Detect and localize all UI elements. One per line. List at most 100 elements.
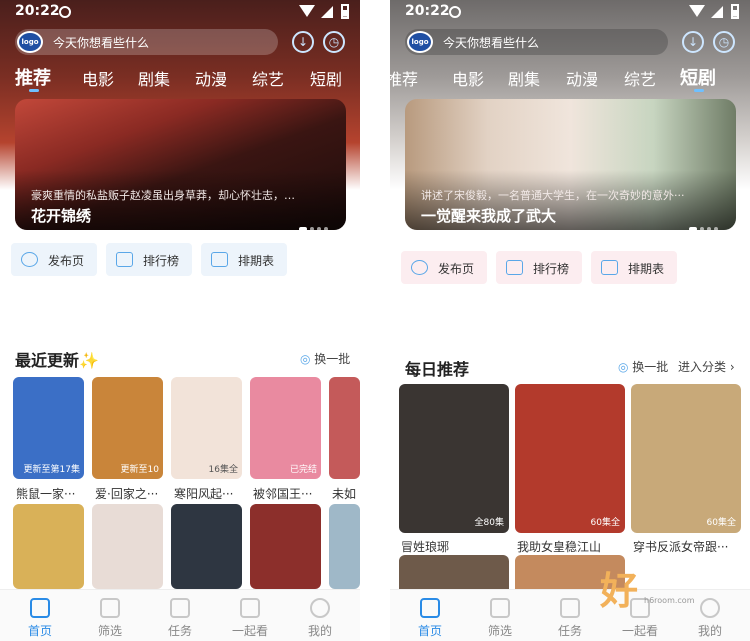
divider [360,0,390,641]
filter-icon [100,598,120,618]
section-title: 每日推荐 [405,360,470,379]
item-title: 冒姓琅琊 [401,540,450,554]
signal-icon [711,6,723,18]
status-bar: 20:22 [405,3,745,23]
nav-tasks[interactable]: 任务 [155,595,205,639]
item-title: 被邻国王··· [253,487,313,501]
tab-short[interactable]: 短剧 [310,66,342,90]
search-bar[interactable]: logo 今天你想看些什么 [15,29,278,55]
quick-label: 排行榜 [533,262,570,276]
tab-label: 短剧 [680,68,716,89]
tab-short[interactable]: 短剧 [680,64,716,92]
schedule-button[interactable]: 排期表 [591,251,677,284]
list-item[interactable]: 更新至10 [92,377,163,479]
featured-banner[interactable]: 讲述了宋俊毅，一名普通大学生，在一次奇妙的意外··· 一觉醒来我成了武大 [405,99,736,230]
tab-series[interactable]: 剧集 [138,66,170,90]
nav-profile[interactable]: 我的 [295,595,345,639]
status-time: 20:22 [405,3,450,19]
item-title: 熊鼠一家··· [16,487,76,501]
list-item[interactable]: 16集全 [171,377,242,479]
history-icon[interactable]: ◷ [713,31,735,53]
quick-label: 排行榜 [143,254,180,268]
quick-links: 发布页 排行榜 排期表 [0,243,360,277]
download-icon[interactable]: ↓ [682,31,704,53]
episode-badge: 更新至第17集 [23,465,80,475]
tab-recommend[interactable]: 推荐 [390,66,418,90]
nav-filter[interactable]: 筛选 [475,595,525,639]
sparkle-icon: ✨ [79,351,99,370]
list-item[interactable]: 已完结 [250,377,321,479]
nav-label: 一起看 [621,624,658,638]
enter-category-link[interactable]: 进入分类 › [678,358,735,375]
refresh-icon: ◎ [300,352,315,366]
list-item[interactable]: 60集全 [515,384,625,533]
release-page-button[interactable]: 发布页 [401,251,487,284]
nav-home[interactable]: 首页 [15,595,65,639]
item-title: 穿书反派女帝跟··· [633,540,729,554]
refresh-button[interactable]: ◎ 换一批 [618,358,668,375]
search-placeholder: 今天你想看些什么 [443,36,540,50]
tab-recommend[interactable]: 推荐 [15,64,51,92]
nav-watch-together[interactable]: 一起看 [225,595,275,639]
tab-underline [694,89,704,92]
schedule-button[interactable]: 排期表 [201,243,287,276]
battery-icon [731,4,739,19]
add-friend-icon [240,598,260,618]
home-icon [420,598,440,618]
user-icon [310,598,330,618]
ranking-button[interactable]: 排行榜 [496,251,582,284]
banner-title: 一觉醒来我成了武大 [421,207,557,225]
ranking-button[interactable]: 排行榜 [106,243,192,276]
list-item[interactable] [92,504,163,589]
battery-icon [341,4,349,19]
nav-home[interactable]: 首页 [405,595,455,639]
nav-label: 筛选 [487,624,512,638]
banner-pager [296,216,328,230]
item-title: 爱·回家之··· [95,487,159,501]
episode-badge: 60集全 [590,518,620,528]
episode-badge: 全80集 [474,518,504,528]
episode-badge: 60集全 [706,518,736,528]
status-time: 20:22 [15,3,60,19]
tab-movie[interactable]: 电影 [82,66,114,90]
refresh-label: 换一批 [314,352,351,366]
featured-banner[interactable]: 豪爽重情的私盐贩子赵凌虽出身草莽，却心怀壮志，… 花开锦绣 [15,99,346,230]
history-icon[interactable]: ◷ [323,31,345,53]
list-item[interactable] [250,504,321,589]
notification-icon [449,6,461,18]
nav-label: 首页 [417,624,442,638]
list-item[interactable]: 全80集 [399,384,509,533]
nav-filter[interactable]: 筛选 [85,595,135,639]
quick-label: 排期表 [628,262,665,276]
gift-icon [560,598,580,618]
banner-pager [686,216,718,230]
list-item[interactable] [171,504,242,589]
item-title: 未如 [332,487,357,501]
quick-label: 排期表 [238,254,275,268]
refresh-label: 换一批 [632,360,669,374]
tab-anime[interactable]: 动漫 [195,66,227,90]
list-item[interactable] [13,504,84,589]
left-screen: 20:22 logo 今天你想看些什么 ↓ ◷ 推荐 电影 剧集 动漫 综艺 短… [0,0,360,641]
list-item[interactable] [329,504,360,589]
list-item[interactable]: 更新至第17集 [13,377,84,479]
tab-variety[interactable]: 综艺 [252,66,284,90]
list-item[interactable]: 60集全 [631,384,741,533]
tab-variety[interactable]: 综艺 [624,66,656,90]
quick-label: 发布页 [438,262,475,276]
tab-anime[interactable]: 动漫 [566,66,598,90]
search-bar[interactable]: logo 今天你想看些什么 [405,29,668,55]
app-logo-icon: logo [17,31,43,53]
nav-label: 任务 [167,624,192,638]
nav-tasks[interactable]: 任务 [545,595,595,639]
tab-movie[interactable]: 电影 [452,66,484,90]
quick-links: 发布页 排行榜 排期表 [390,251,750,285]
download-icon[interactable]: ↓ [292,31,314,53]
tab-series[interactable]: 剧集 [508,66,540,90]
bottom-nav: 首页 筛选 任务 一起看 我的 [0,589,360,641]
app-logo-icon: logo [407,31,433,53]
release-page-button[interactable]: 发布页 [11,243,97,276]
list-item[interactable] [329,377,360,479]
refresh-button[interactable]: ◎ 换一批 [300,350,350,367]
gift-icon [170,598,190,618]
